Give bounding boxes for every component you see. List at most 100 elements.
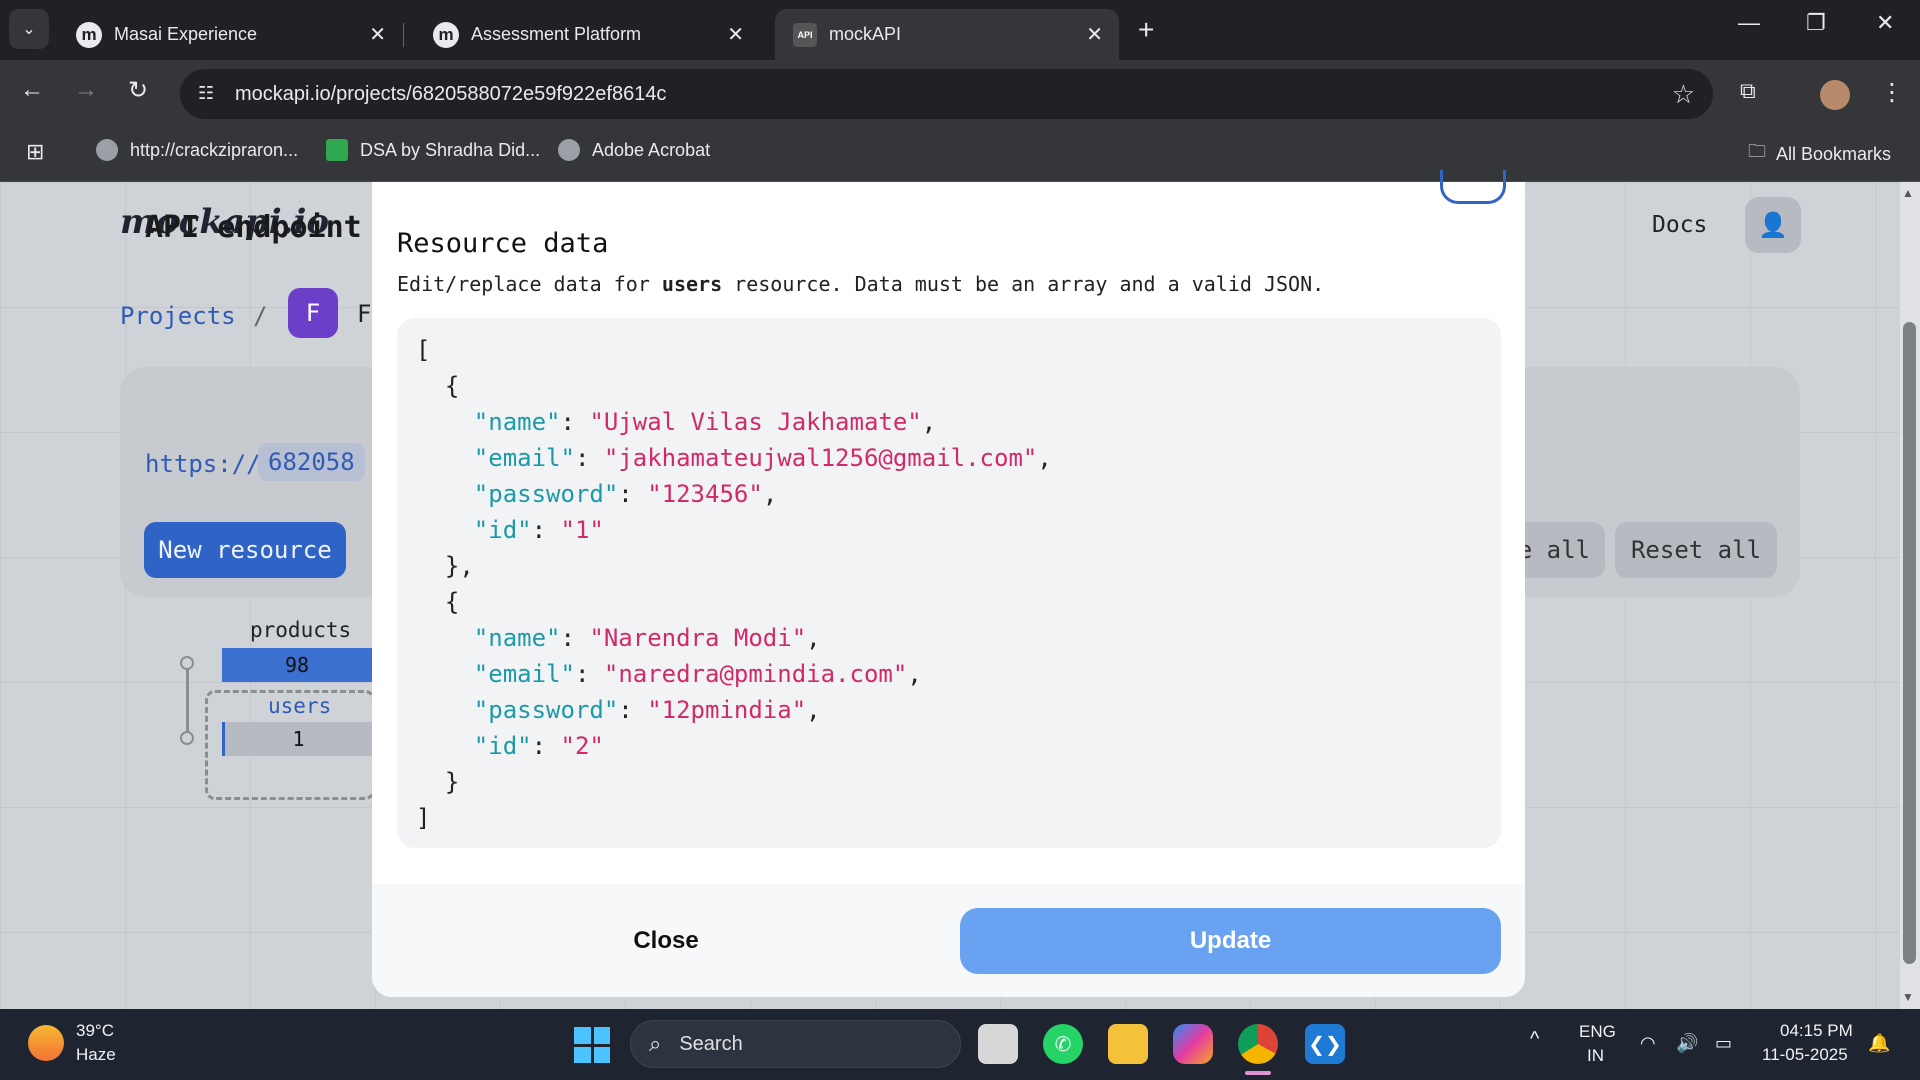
volume-icon[interactable]: 🔊 [1676,1033,1698,1054]
endpoint-id[interactable]: 682058 [258,443,365,481]
close-button[interactable]: Close [580,908,752,974]
bookmark-label: DSA by Shradha Did... [360,139,541,160]
folder-icon: 🗀 [1748,141,1766,161]
task-view-icon[interactable] [978,1024,1018,1064]
tab-masai-experience[interactable]: m Masai Experience ✕ [58,9,404,60]
bookmark-star-icon[interactable]: ☆ [1672,79,1695,110]
file-explorer-icon[interactable] [1108,1024,1148,1064]
new-resource-button[interactable]: New resource [144,522,346,578]
battery-icon[interactable]: ▭ [1715,1033,1732,1054]
desc-before: Edit/replace data for [397,272,662,296]
endpoint-prefix: https:// [145,450,261,478]
tab-mockapi[interactable]: API mockAPI ✕ [775,9,1119,60]
sheets-icon [326,139,348,161]
bookmark-dsa[interactable]: DSA by Shradha Did... [326,139,540,161]
bookmark-crackzip[interactable]: http://crackzipraron... [96,139,298,161]
json-value-email: "naredra@pmindia.com" [603,660,908,688]
resource-count-products[interactable]: 98 [222,648,372,682]
breadcrumb-projects[interactable]: Projects [120,302,236,330]
bookmark-label: Adobe Acrobat [592,139,711,160]
user-icon[interactable]: 👤 [1745,197,1801,253]
json-code[interactable]: [ { "name": "Ujwal Vilas Jakhamate", "em… [416,332,1052,836]
resource-count-users[interactable]: 1 [222,722,372,756]
close-tab-icon[interactable]: ✕ [369,22,386,47]
project-badge: F [288,288,338,338]
window-close-icon[interactable]: ✕ [1876,10,1894,36]
reset-all-button[interactable]: Reset all [1615,522,1777,578]
modal-title: Resource data [397,228,609,259]
copilot-icon[interactable] [1173,1024,1213,1064]
tab-assessment-platform[interactable]: m Assessment Platform ✕ [415,9,760,60]
tab-search-button[interactable]: ⌄ [9,9,49,49]
update-button[interactable]: Update [960,908,1501,974]
clock-date[interactable]: 11-05-2025 [1762,1045,1848,1065]
tab-title: Masai Experience [114,24,258,44]
menu-kebab-icon[interactable]: ⋮ [1880,78,1904,107]
globe-icon [96,139,118,161]
mockapi-favicon-icon: API [793,22,817,47]
masai-favicon-icon: m [433,21,459,48]
close-tab-icon[interactable]: ✕ [727,22,744,47]
tab-title: mockAPI [829,24,902,44]
show-hidden-icons[interactable]: ^ [1530,1028,1539,1051]
bookmark-label: http://crackzipraron... [130,139,299,160]
new-tab-icon[interactable]: + [1138,14,1154,46]
back-icon[interactable]: ← [20,76,44,104]
scroll-down-icon[interactable]: ▼ [1902,990,1914,1004]
restore-icon[interactable]: ❐ [1806,10,1826,36]
taskbar-search[interactable]: ⌕ Search [630,1020,961,1068]
bookmark-adobe[interactable]: Adobe Acrobat [558,139,710,161]
json-value-name: "Ujwal Vilas Jakhamate" [589,408,922,436]
chrome-icon[interactable] [1238,1024,1278,1064]
json-value-password: "123456" [647,480,763,508]
breadcrumb-separator: / [253,302,268,330]
masai-favicon-icon: m [76,21,102,48]
project-name: F [357,300,372,328]
vscode-icon[interactable]: ❮❯ [1305,1024,1345,1064]
wifi-icon[interactable]: ◠ [1640,1033,1656,1054]
url-text: mockapi.io/projects/6820588072e59f922ef8… [235,82,667,105]
chrome-active-indicator [1245,1071,1271,1075]
apps-grid-icon[interactable]: ⊞ [26,139,44,165]
minimize-icon[interactable]: — [1738,10,1760,36]
tab-title: Assessment Platform [471,24,642,44]
search-icon: ⌕ [649,1031,662,1056]
tab-separator [403,23,404,47]
tree-connector [186,664,189,739]
extensions-icon[interactable]: ⧉ [1740,78,1756,104]
reload-icon[interactable]: ↻ [128,76,148,105]
scrollbar-thumb[interactable] [1903,322,1916,964]
json-value-password: "12pmindia" [647,696,807,724]
close-tab-icon[interactable]: ✕ [1086,22,1103,47]
scroll-up-icon[interactable]: ▲ [1902,186,1914,200]
start-windows-icon[interactable] [574,1027,610,1063]
all-bookmarks[interactable]: 🗀 All Bookmarks [1748,139,1891,169]
tree-node-dot [180,656,194,670]
weather-condition[interactable]: Haze [76,1045,116,1065]
weather-haze-icon[interactable] [28,1025,64,1061]
all-bookmarks-label: All Bookmarks [1776,143,1892,164]
desc-resource: users [661,272,723,296]
modal-description: Edit/replace data for users resource. Da… [397,272,1324,296]
modal-top-button-outline[interactable] [1440,170,1506,204]
site-info-icon[interactable]: ☷ [198,83,214,104]
chevron-down-icon: ⌄ [22,21,36,38]
json-value-id: "2" [560,732,604,760]
region-indicator[interactable]: IN [1587,1046,1604,1066]
profile-avatar[interactable] [1820,80,1850,110]
globe-icon [558,139,580,161]
forward-icon[interactable]: → [74,76,98,104]
weather-temperature[interactable]: 39°C [76,1021,114,1041]
docs-link[interactable]: Docs [1652,212,1707,238]
json-value-email: "jakhamateujwal1256@gmail.com" [603,444,1038,472]
clock-time[interactable]: 04:15 PM [1780,1021,1853,1041]
resource-name-users[interactable]: users [268,694,331,718]
tree-node-dot [180,731,194,745]
resource-name-products[interactable]: products [250,618,351,642]
api-endpoint-title: API endpoint [145,210,362,245]
address-bar[interactable]: ☷ mockapi.io/projects/6820588072e59f922e… [180,69,1713,119]
whatsapp-icon[interactable]: ✆ [1043,1024,1083,1064]
notifications-icon[interactable]: 🔔 [1868,1033,1890,1054]
search-label: Search [679,1032,743,1055]
language-indicator[interactable]: ENG [1579,1022,1616,1042]
